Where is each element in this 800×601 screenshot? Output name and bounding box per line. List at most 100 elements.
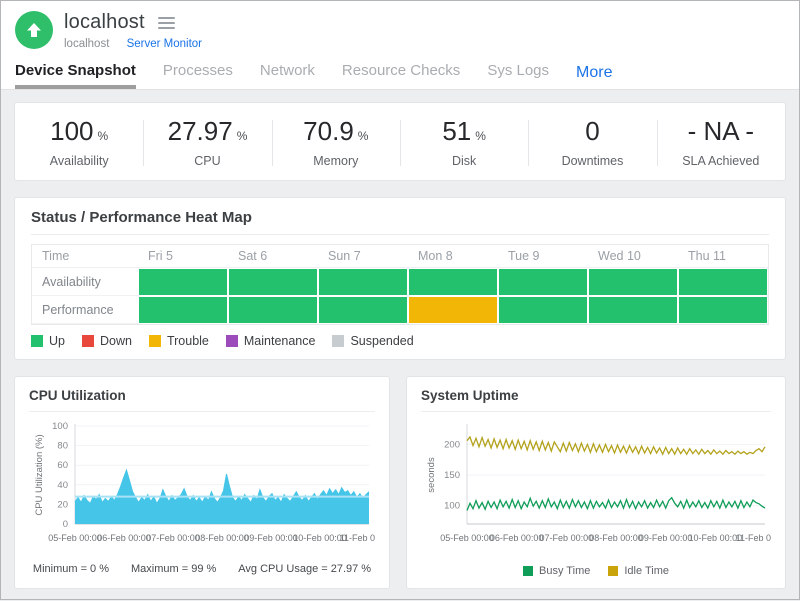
system-uptime-panel: System Uptime 10015020005-Feb 00:0006-Fe… xyxy=(406,376,786,589)
heatmap-cell-trouble[interactable] xyxy=(408,296,498,324)
stat-value: 27.97 xyxy=(168,116,233,147)
stat-value: - NA - xyxy=(688,116,754,147)
stat-sla-achieved: - NA - SLA Achieved xyxy=(657,116,785,168)
breadcrumb: localhost Server Monitor xyxy=(64,38,202,50)
stat-downtimes: 0 Downtimes xyxy=(528,116,656,168)
tab-more[interactable]: More xyxy=(576,64,612,89)
device-status-icon xyxy=(15,11,53,49)
stat-value: 0 xyxy=(585,116,599,147)
cpu-utilization-panel: CPU Utilization 02040608010005-Feb 00:00… xyxy=(14,376,390,589)
uptime-legend-busy-time: Busy Time xyxy=(523,565,590,577)
svg-text:20: 20 xyxy=(57,499,68,510)
svg-text:0: 0 xyxy=(63,519,68,530)
svg-text:CPU Utilization (%): CPU Utilization (%) xyxy=(34,434,45,515)
heatmap-panel: Status / Performance Heat Map TimeFri 5S… xyxy=(14,197,786,360)
menu-icon[interactable] xyxy=(158,14,175,32)
stat-memory: 70.9%Memory xyxy=(272,116,400,168)
svg-text:09-Feb 00:00: 09-Feb 00:00 xyxy=(244,533,298,543)
legend-swatch xyxy=(608,566,618,576)
svg-text:08-Feb 00:00: 08-Feb 00:00 xyxy=(195,533,249,543)
heatmap-row-label: Availability xyxy=(32,268,138,296)
svg-text:06-Feb 00:00: 06-Feb 00:00 xyxy=(490,533,544,543)
legend-item-up: Up xyxy=(31,334,65,348)
svg-text:60: 60 xyxy=(57,460,68,471)
heatmap-cell-up[interactable] xyxy=(588,268,678,296)
heatmap-cell-up[interactable] xyxy=(408,268,498,296)
heatmap-col-header: Tue 9 xyxy=(498,245,588,268)
heatmap-cell-up[interactable] xyxy=(228,296,318,324)
heatmap-cell-up[interactable] xyxy=(138,268,228,296)
legend-item-suspended: Suspended xyxy=(332,334,413,348)
stat-value: 51 xyxy=(442,116,471,147)
tab-sys-logs[interactable]: Sys Logs xyxy=(487,62,549,89)
heatmap-row-label: Performance xyxy=(32,296,138,324)
uptime-chart-legend: Busy Time Idle Time xyxy=(421,565,771,577)
heatmap-col-header: Wed 10 xyxy=(588,245,678,268)
stat-unit: % xyxy=(358,129,369,143)
stat-unit: % xyxy=(237,129,248,143)
legend-item-trouble: Trouble xyxy=(149,334,209,348)
summary-stats-panel: 100%Availability27.97%CPU70.9%Memory51%D… xyxy=(14,102,786,181)
cpu-stats-footer: Minimum = 0 % Maximum = 99 % Avg CPU Usage… xyxy=(29,563,375,575)
heatmap-cell-up[interactable] xyxy=(228,268,318,296)
heatmap-cell-up[interactable] xyxy=(678,268,768,296)
svg-text:seconds: seconds xyxy=(426,457,437,493)
uptime-legend-idle-time: Idle Time xyxy=(608,565,669,577)
legend-swatch xyxy=(82,335,94,347)
stat-unit: % xyxy=(98,129,109,143)
stat-value: 100 xyxy=(50,116,93,147)
heatmap-cell-up[interactable] xyxy=(498,268,588,296)
svg-text:08-Feb 00:00: 08-Feb 00:00 xyxy=(589,533,643,543)
svg-text:09-Feb 00:00: 09-Feb 00:00 xyxy=(639,533,693,543)
heatmap-cell-up[interactable] xyxy=(678,296,768,324)
svg-text:10-Feb 00:00: 10-Feb 00:00 xyxy=(689,533,743,543)
heatmap-col-header: Sun 7 xyxy=(318,245,408,268)
breadcrumb-host: localhost xyxy=(64,38,109,50)
svg-text:100: 100 xyxy=(444,501,460,512)
cpu-stat-text: Avg CPU Usage = 27.97 % xyxy=(238,563,371,575)
svg-text:11-Feb 0: 11-Feb 0 xyxy=(736,533,771,543)
heatmap-title: Status / Performance Heat Map xyxy=(31,209,769,235)
svg-text:100: 100 xyxy=(52,421,68,432)
legend-swatch xyxy=(523,566,533,576)
legend-item-maintenance: Maintenance xyxy=(226,334,316,348)
svg-text:06-Feb 00:00: 06-Feb 00:00 xyxy=(97,533,151,543)
heatmap-legend: UpDownTroubleMaintenanceSuspended xyxy=(31,334,769,348)
stat-label: CPU xyxy=(143,154,271,168)
stat-label: SLA Achieved xyxy=(657,154,785,168)
stat-label: Disk xyxy=(400,154,528,168)
heatmap-cell-up[interactable] xyxy=(588,296,678,324)
tab-processes[interactable]: Processes xyxy=(163,62,233,89)
tab-network[interactable]: Network xyxy=(260,62,315,89)
stat-availability: 100% Availability xyxy=(15,116,143,168)
breadcrumb-server-monitor-link[interactable]: Server Monitor xyxy=(127,38,202,50)
heatmap-cell-up[interactable] xyxy=(318,268,408,296)
uptime-chart-title: System Uptime xyxy=(421,388,771,412)
cpu-stat-text: Minimum = 0 % xyxy=(33,563,109,575)
up-arrow-icon xyxy=(24,20,44,40)
heatmap-cell-up[interactable] xyxy=(138,296,228,324)
stat-label: Downtimes xyxy=(528,154,656,168)
heatmap-col-header: Sat 6 xyxy=(228,245,318,268)
heatmap-cell-up[interactable] xyxy=(498,296,588,324)
stat-value: 70.9 xyxy=(303,116,354,147)
tab-resource-checks[interactable]: Resource Checks xyxy=(342,62,460,89)
heatmap-table: TimeFri 5Sat 6Sun 7Mon 8Tue 9Wed 10Thu 1… xyxy=(31,244,769,325)
main-content: 100%Availability27.97%CPU70.9%Memory51%D… xyxy=(1,90,799,601)
tab-device-snapshot[interactable]: Device Snapshot xyxy=(15,62,136,89)
legend-swatch xyxy=(149,335,161,347)
page-title: localhost xyxy=(64,11,145,34)
legend-swatch xyxy=(226,335,238,347)
svg-text:80: 80 xyxy=(57,441,68,452)
cpu-stat-text: Maximum = 99 % xyxy=(131,563,216,575)
svg-text:200: 200 xyxy=(444,439,460,450)
heatmap-cell-up[interactable] xyxy=(318,296,408,324)
cpu-utilization-chart: 02040608010005-Feb 00:0006-Feb 00:0007-F… xyxy=(29,418,375,550)
stat-disk: 51%Disk xyxy=(400,116,528,168)
svg-text:150: 150 xyxy=(444,470,460,481)
svg-text:11-Feb 0: 11-Feb 0 xyxy=(340,533,375,543)
heatmap-col-header: Mon 8 xyxy=(408,245,498,268)
svg-text:07-Feb 00:00: 07-Feb 00:00 xyxy=(146,533,200,543)
stat-label: Availability xyxy=(15,154,143,168)
svg-text:07-Feb 00:00: 07-Feb 00:00 xyxy=(540,533,594,543)
